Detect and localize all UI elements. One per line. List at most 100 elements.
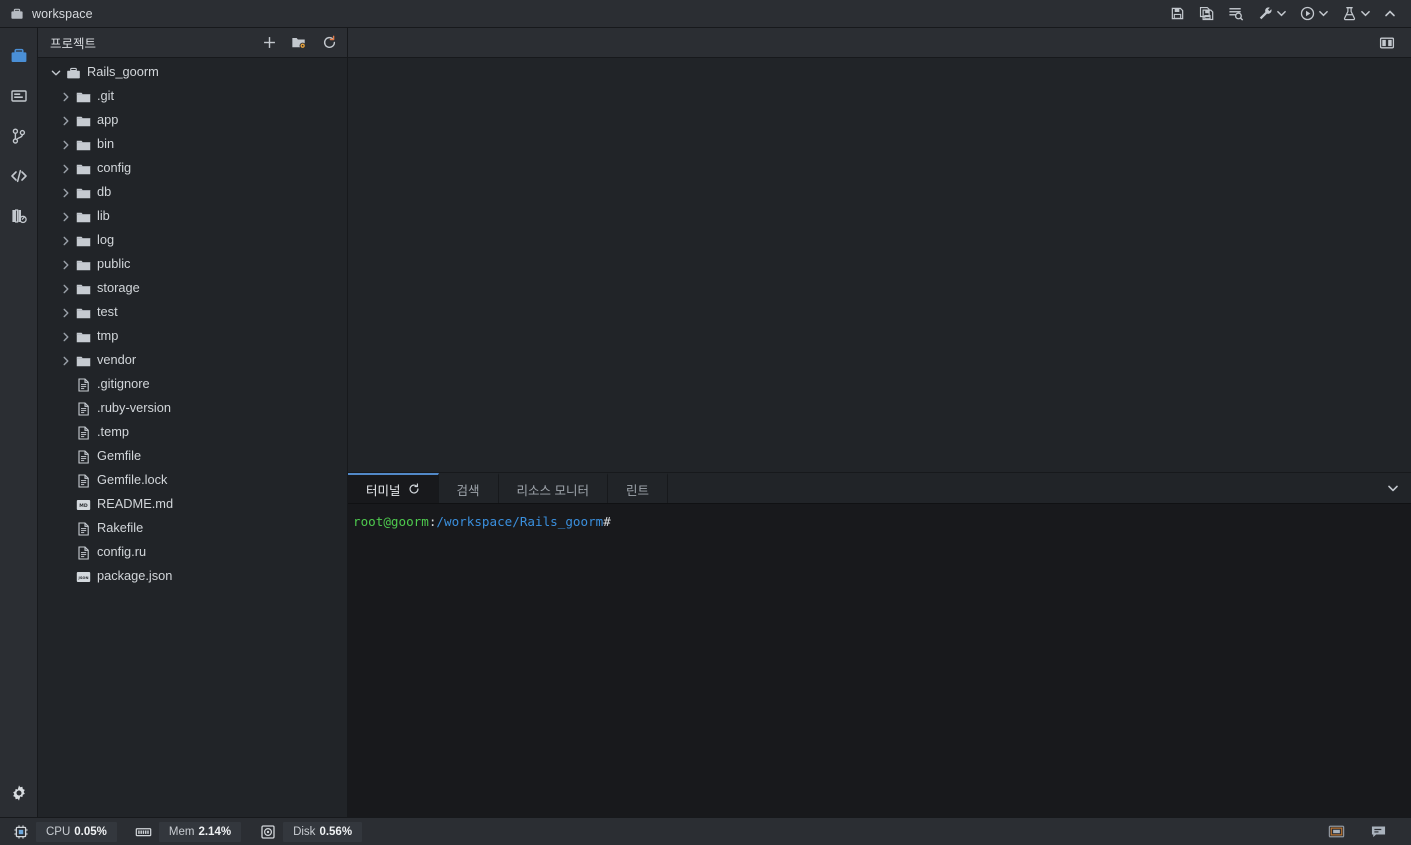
tree-folder-public[interactable]: public: [38, 253, 347, 277]
tab-resource-monitor[interactable]: 리소스 모니터: [499, 473, 609, 503]
tree-item-label: db: [97, 184, 112, 200]
tree-folder-tmp[interactable]: tmp: [38, 325, 347, 349]
file-tree[interactable]: Rails_goorm .git app bin config db lib log publi…: [38, 58, 347, 817]
tree-folder-bin[interactable]: bin: [38, 133, 347, 157]
status-cpu-label: CPU: [46, 825, 71, 838]
dock-collapse-button[interactable]: [1387, 482, 1399, 494]
file-icon: [74, 521, 92, 537]
chevron-right-icon[interactable]: [58, 161, 74, 177]
test-chevron-down-icon[interactable]: [1359, 0, 1377, 28]
rail-item-code[interactable]: [0, 156, 38, 196]
tree-twisty-spacer: [58, 401, 74, 417]
tree-file-temp[interactable]: .temp: [38, 421, 347, 445]
tree-folder-storage[interactable]: storage: [38, 277, 347, 301]
tree-twisty-spacer: [58, 497, 74, 513]
tools-button[interactable]: [1251, 0, 1275, 28]
folder-icon: [74, 209, 92, 225]
file-icon: [74, 425, 92, 441]
test-button[interactable]: [1335, 0, 1359, 28]
status-mem[interactable]: Mem 2.14%: [158, 821, 242, 842]
folder-icon: [74, 137, 92, 153]
tab-search[interactable]: 검색: [439, 473, 499, 503]
rail-item-settings[interactable]: [0, 777, 38, 817]
chevron-right-icon[interactable]: [58, 209, 74, 225]
folder-icon: [74, 281, 92, 297]
chevron-right-icon[interactable]: [58, 89, 74, 105]
chevron-right-icon[interactable]: [58, 281, 74, 297]
editor-region: 터미널 검색 리소스 모니터 린트 root@goorm:/workspace/Rai…: [348, 28, 1411, 817]
rail-item-project[interactable]: [0, 36, 38, 76]
status-cpu-value: 0.05%: [74, 825, 107, 838]
tree-file-rakefile[interactable]: Rakefile: [38, 517, 347, 541]
tree-item-label: app: [97, 112, 119, 128]
tree-item-label: storage: [97, 280, 140, 296]
chevron-right-icon[interactable]: [58, 353, 74, 369]
tree-root-rails-goorm[interactable]: Rails_goorm: [38, 61, 347, 85]
tree-file-ruby-version[interactable]: .ruby-version: [38, 397, 347, 421]
terminal-prompt-symbol: #: [603, 514, 611, 529]
tree-folder-log[interactable]: log: [38, 229, 347, 253]
terminal-restart-icon[interactable]: [408, 483, 420, 495]
run-chevron-down-icon[interactable]: [1317, 0, 1335, 28]
tree-file-package-json[interactable]: JSON package.json: [38, 565, 347, 589]
tree-file-readme-md[interactable]: MD README.md: [38, 493, 347, 517]
chevron-right-icon[interactable]: [58, 185, 74, 201]
terminal-prompt-line: root@goorm:/workspace/Rails_goorm#: [353, 513, 1411, 530]
chevron-right-icon[interactable]: [58, 113, 74, 129]
chat-icon[interactable]: [1365, 821, 1391, 843]
panel-layout-icon[interactable]: [1323, 821, 1349, 843]
ide-window: workspace 프로젝트 Rails_goorm .git app bin …: [0, 0, 1411, 845]
rail-item-panel[interactable]: [0, 76, 38, 116]
file-icon: [74, 473, 92, 489]
tree-item-label: public: [97, 256, 131, 272]
chevron-right-icon[interactable]: [58, 329, 74, 345]
rail-item-library[interactable]: [0, 196, 38, 236]
status-disk[interactable]: Disk 0.56%: [283, 821, 363, 842]
editor-content-area[interactable]: [348, 58, 1411, 472]
tree-folder-git[interactable]: .git: [38, 85, 347, 109]
tree-item-label: config.ru: [97, 544, 147, 560]
chevron-down-icon[interactable]: [48, 65, 64, 81]
tree-item-label: config: [97, 160, 132, 176]
terminal-output[interactable]: root@goorm:/workspace/Rails_goorm#: [348, 504, 1411, 817]
title-bar-actions: [1163, 0, 1411, 28]
status-cpu[interactable]: CPU 0.05%: [36, 821, 117, 842]
chevron-right-icon[interactable]: [58, 257, 74, 273]
split-editor-button[interactable]: [1375, 31, 1399, 55]
json-file-icon: JSON: [74, 569, 92, 585]
save-button[interactable]: [1163, 0, 1192, 28]
run-button[interactable]: [1293, 0, 1317, 28]
folder-icon: [74, 185, 92, 201]
tree-folder-db[interactable]: db: [38, 181, 347, 205]
folder-gear-button[interactable]: [287, 31, 311, 55]
tree-file-gitignore[interactable]: .gitignore: [38, 373, 347, 397]
tools-chevron-down-icon[interactable]: [1275, 0, 1293, 28]
new-file-button[interactable]: [257, 31, 281, 55]
markdown-file-icon: MD: [74, 497, 92, 513]
tree-folder-test[interactable]: test: [38, 301, 347, 325]
tree-folder-vendor[interactable]: vendor: [38, 349, 347, 373]
collapse-toolbar-button[interactable]: [1377, 0, 1403, 28]
svg-text:MD: MD: [79, 503, 88, 509]
tree-file-gemfile[interactable]: Gemfile: [38, 445, 347, 469]
tab-terminal[interactable]: 터미널: [348, 473, 439, 503]
tree-folder-config[interactable]: config: [38, 157, 347, 181]
tree-folder-app[interactable]: app: [38, 109, 347, 133]
project-panel-actions: [257, 31, 341, 55]
chevron-right-icon[interactable]: [58, 233, 74, 249]
tree-twisty-spacer: [58, 545, 74, 561]
rail-item-git[interactable]: [0, 116, 38, 156]
folder-icon: [74, 89, 92, 105]
tree-folder-lib[interactable]: lib: [38, 205, 347, 229]
tab-lint[interactable]: 린트: [608, 473, 669, 503]
chevron-right-icon[interactable]: [58, 137, 74, 153]
find-in-files-button[interactable]: [1221, 0, 1251, 28]
refresh-tree-button[interactable]: [317, 31, 341, 55]
dock-tab-label: 린트: [626, 483, 650, 498]
file-icon: [74, 545, 92, 561]
chevron-right-icon[interactable]: [58, 305, 74, 321]
tree-file-gemfile-lock[interactable]: Gemfile.lock: [38, 469, 347, 493]
tree-file-config-ru[interactable]: config.ru: [38, 541, 347, 565]
status-mem-label: Mem: [168, 825, 195, 838]
save-all-button[interactable]: [1192, 0, 1221, 28]
